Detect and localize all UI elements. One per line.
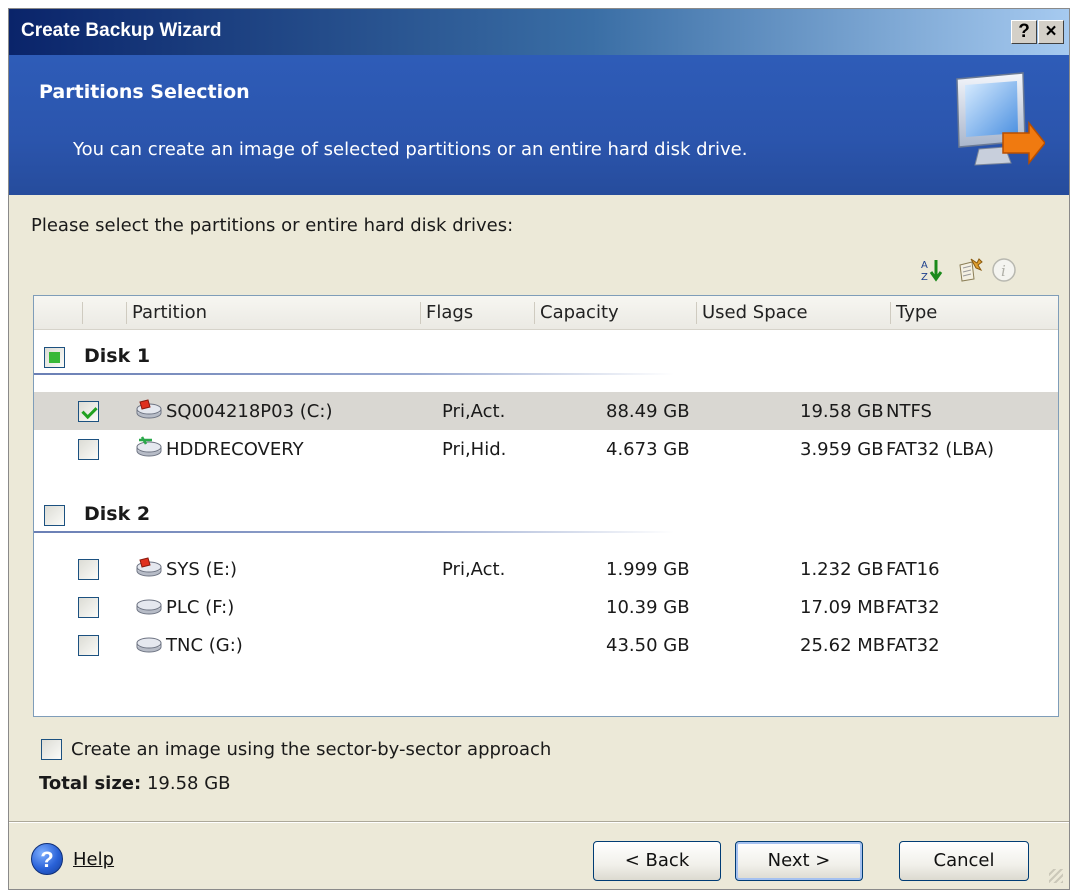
column-separator <box>696 302 697 324</box>
partition-list: Partition Flags Capacity Used Space Type… <box>33 295 1059 717</box>
column-separator <box>82 302 83 324</box>
column-separator <box>126 302 127 324</box>
wizard-window: Create Backup Wizard ? × Partitions Sele… <box>8 8 1070 890</box>
column-flags[interactable]: Flags <box>426 302 473 323</box>
partition-type: FAT32 <box>886 597 940 618</box>
disk-1-checkbox[interactable] <box>44 347 65 368</box>
column-separator <box>534 302 535 324</box>
disk-divider <box>34 531 674 533</box>
resize-grip[interactable] <box>1049 869 1063 883</box>
partition-active-icon <box>136 399 162 419</box>
column-partition[interactable]: Partition <box>132 302 207 323</box>
partition-row[interactable]: TNC (G:) 43.50 GB 25.62 MB FAT32 <box>34 626 1058 664</box>
partition-capacity: 1.999 GB <box>606 559 690 580</box>
disk-label: Disk 1 <box>84 345 151 367</box>
partition-type: FAT32 <box>886 635 940 656</box>
instructions-label: Please select the partitions or entire h… <box>31 215 514 236</box>
svg-text:A: A <box>921 260 928 271</box>
partition-name: SYS (E:) <box>166 559 238 580</box>
step-subtitle: You can create an image of selected part… <box>73 139 748 160</box>
partition-type: NTFS <box>886 401 932 422</box>
disk-group-2[interactable]: Disk 2 <box>34 496 1058 533</box>
partition-checkbox[interactable] <box>78 439 99 460</box>
disk-2-checkbox[interactable] <box>44 505 65 526</box>
next-button[interactable]: Next > <box>735 841 863 881</box>
svg-text:Z: Z <box>921 272 928 283</box>
partition-used: 1.232 GB <box>800 559 884 580</box>
total-size-label: Total size: <box>39 773 142 794</box>
partition-name: HDDRECOVERY <box>166 439 304 460</box>
partition-capacity: 88.49 GB <box>606 401 690 422</box>
partition-type: FAT16 <box>886 559 940 580</box>
window-title: Create Backup Wizard <box>21 20 222 41</box>
partition-active-icon <box>136 557 162 577</box>
footer-divider <box>9 821 1069 823</box>
column-type[interactable]: Type <box>896 302 937 323</box>
partition-flags: Pri,Act. <box>442 401 506 422</box>
sector-by-sector-checkbox[interactable] <box>41 739 62 760</box>
disk-group-1[interactable]: Disk 1 <box>34 338 1058 375</box>
partition-used: 19.58 GB <box>800 401 884 422</box>
partition-row[interactable]: SQ004218P03 (C:) Pri,Act. 88.49 GB 19.58… <box>34 392 1058 430</box>
info-icon[interactable]: i <box>991 257 1017 283</box>
partition-name: TNC (G:) <box>166 635 243 656</box>
column-separator <box>420 302 421 324</box>
wizard-header: Partitions Selection You can create an i… <box>9 55 1069 195</box>
partition-used: 17.09 MB <box>800 597 886 618</box>
partition-row[interactable]: PLC (F:) 10.39 GB 17.09 MB FAT32 <box>34 588 1058 626</box>
disk-label: Disk 2 <box>84 503 151 525</box>
partition-capacity: 10.39 GB <box>606 597 690 618</box>
total-size: Total size: 19.58 GB <box>39 773 231 794</box>
column-capacity[interactable]: Capacity <box>540 302 619 323</box>
title-bar: Create Backup Wizard ? × <box>9 9 1069 55</box>
title-help-button[interactable]: ? <box>1011 20 1037 44</box>
partition-type: FAT32 (LBA) <box>886 439 994 460</box>
partition-name: SQ004218P03 (C:) <box>166 401 333 422</box>
partition-icon <box>136 637 162 653</box>
step-title: Partitions Selection <box>39 81 250 103</box>
partition-row[interactable]: SYS (E:) Pri,Act. 1.999 GB 1.232 GB FAT1… <box>34 550 1058 588</box>
cancel-button[interactable]: Cancel <box>899 841 1029 881</box>
help-label[interactable]: Help <box>73 849 114 870</box>
monitor-arrow-icon <box>956 72 1045 166</box>
partition-checkbox[interactable] <box>78 401 99 422</box>
column-header: Partition Flags Capacity Used Space Type <box>34 296 1058 330</box>
help-icon[interactable]: ? <box>31 843 63 875</box>
partition-flags: Pri,Hid. <box>442 439 507 460</box>
partition-checkbox[interactable] <box>78 559 99 580</box>
close-button[interactable]: × <box>1038 20 1064 44</box>
partition-flags: Pri,Act. <box>442 559 506 580</box>
column-used-space[interactable]: Used Space <box>702 302 808 323</box>
partition-used: 25.62 MB <box>800 635 886 656</box>
sector-by-sector-label[interactable]: Create an image using the sector-by-sect… <box>71 739 551 760</box>
back-button[interactable]: < Back <box>593 841 721 881</box>
partition-hidden-icon <box>136 436 162 457</box>
partition-capacity: 43.50 GB <box>606 635 690 656</box>
svg-text:i: i <box>1001 262 1006 280</box>
partition-row[interactable]: HDDRECOVERY Pri,Hid. 4.673 GB 3.959 GB F… <box>34 430 1058 468</box>
partition-name: PLC (F:) <box>166 597 235 618</box>
total-size-value: 19.58 GB <box>146 773 231 794</box>
disk-divider <box>34 373 674 375</box>
sort-icon[interactable]: A Z <box>919 257 945 283</box>
partition-checkbox[interactable] <box>78 597 99 618</box>
column-separator <box>890 302 891 324</box>
partition-icon <box>136 599 162 615</box>
partition-capacity: 4.673 GB <box>606 439 690 460</box>
properties-icon[interactable] <box>957 257 983 283</box>
partition-checkbox[interactable] <box>78 635 99 656</box>
partition-used: 3.959 GB <box>800 439 884 460</box>
